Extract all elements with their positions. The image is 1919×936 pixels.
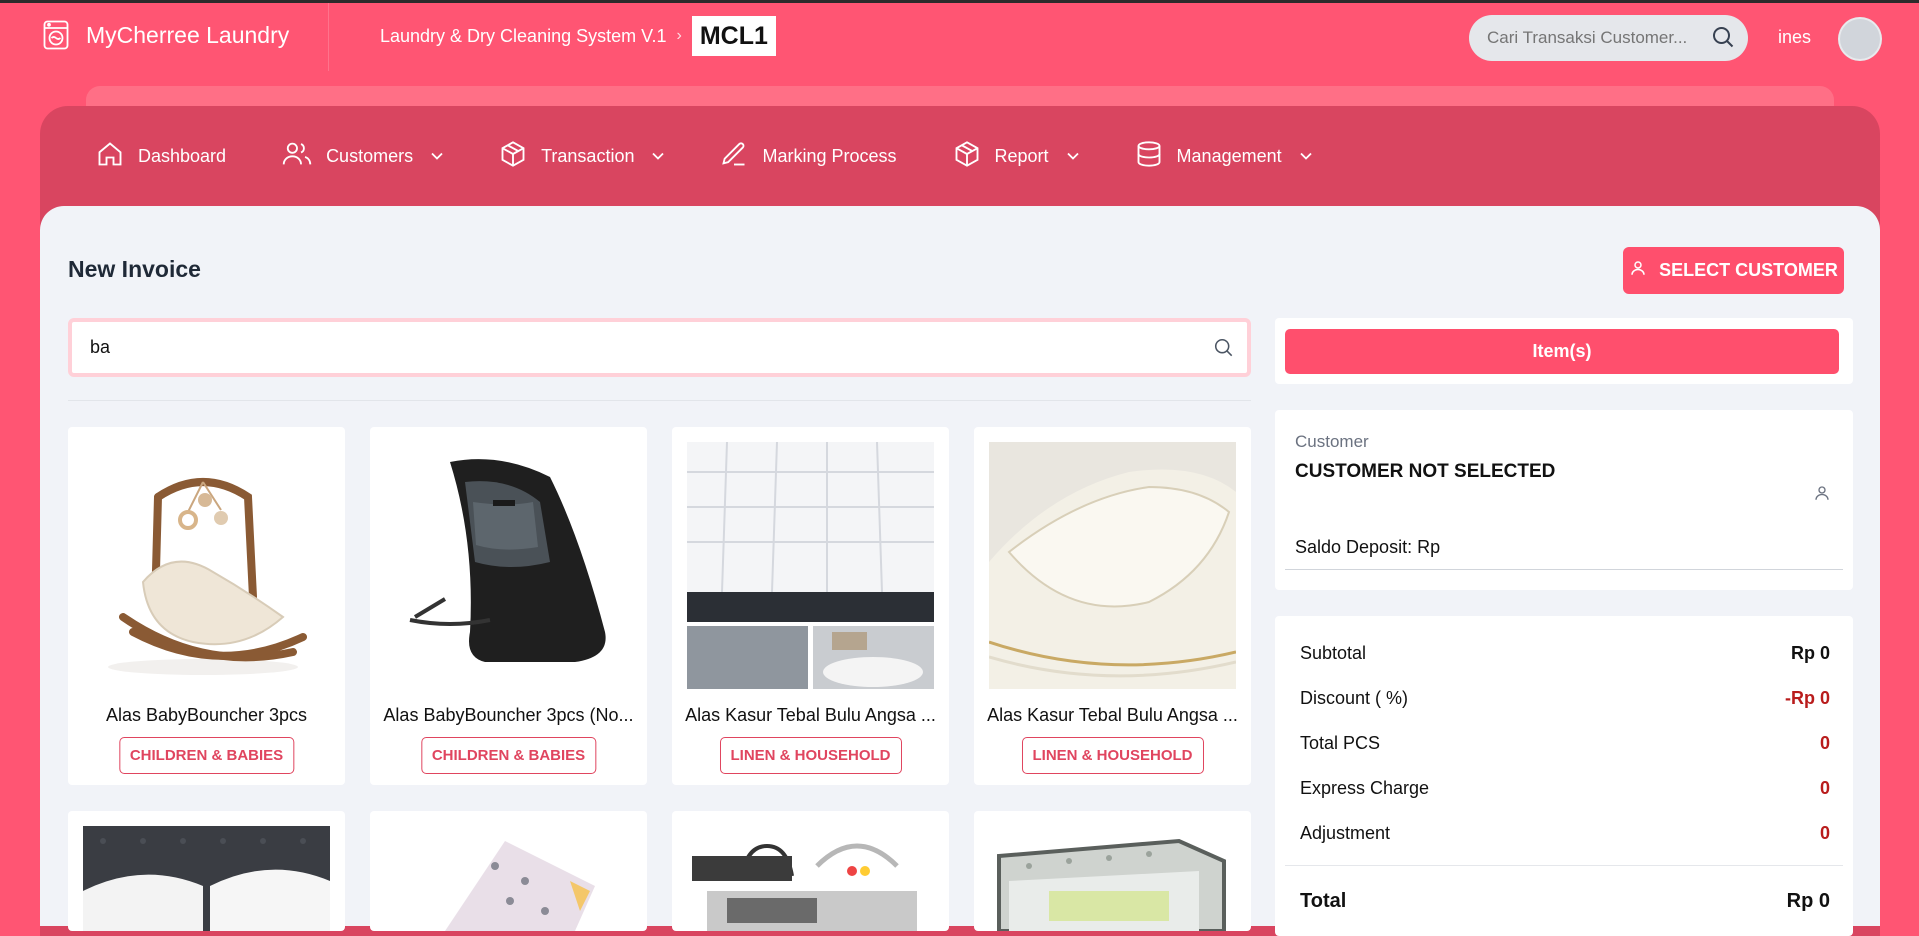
search-icon[interactable]	[1712, 26, 1734, 53]
user-icon[interactable]	[1813, 484, 1831, 507]
nav-transaction-label: Transaction	[541, 145, 635, 166]
nav-management-label: Management	[1176, 145, 1282, 166]
express-charge-label: Express Charge	[1300, 778, 1430, 798]
product-card[interactable]: Alas BabyBouncher 3pcs (No... CHILDREN &…	[370, 427, 647, 785]
chevron-down-icon	[652, 149, 665, 163]
adjustment-label: Adjustment	[1300, 823, 1391, 843]
brand[interactable]: MyCherree Laundry	[42, 19, 289, 51]
brand-name: MyCherree Laundry	[86, 21, 290, 48]
express-charge-value: 0	[1819, 778, 1830, 798]
subtotal-value: Rp 0	[1790, 643, 1830, 663]
washing-machine-icon	[42, 19, 70, 51]
home-icon	[96, 140, 124, 173]
summary-adjustment: Adjustment 0	[1300, 823, 1830, 844]
nav-transaction[interactable]: Transaction	[499, 140, 665, 173]
pencil-icon	[720, 140, 748, 173]
search-icon[interactable]	[1214, 338, 1233, 362]
nav-report-label: Report	[994, 145, 1049, 166]
box-icon	[953, 140, 981, 173]
select-customer-button[interactable]: SELECT CUSTOMER	[1623, 247, 1844, 294]
avatar[interactable]	[1838, 17, 1882, 61]
saldo-deposit: Saldo Deposit: Rp	[1295, 537, 1441, 557]
divider	[68, 400, 1251, 401]
category-badge: LINEN & HOUSEHOLD	[719, 737, 902, 774]
category-badge: CHILDREN & BABIES	[420, 737, 597, 774]
product-card[interactable]	[68, 811, 345, 931]
summary-subtotal: Subtotal Rp 0	[1300, 643, 1830, 664]
product-card[interactable]	[672, 811, 949, 931]
main-nav: Dashboard Customers Transaction Marking …	[40, 106, 1880, 206]
transaction-search	[1469, 15, 1748, 61]
product-image-down-topper	[989, 442, 1236, 689]
select-customer-label: SELECT CUSTOMER	[1659, 260, 1838, 280]
product-name: Alas Kasur Tebal Bulu Angsa ...	[987, 705, 1238, 725]
category-badge: CHILDREN & BABIES	[118, 737, 295, 774]
product-name: Alas BabyBouncher 3pcs	[105, 705, 308, 725]
summary-divider	[1285, 865, 1843, 866]
product-card[interactable]	[370, 811, 647, 931]
summary-express-charge: Express Charge 0	[1300, 778, 1830, 799]
box-icon	[499, 140, 527, 173]
user-icon	[1629, 259, 1647, 282]
summary-discount: Discount ( %) -Rp 0	[1300, 688, 1830, 709]
customer-name: CUSTOMER NOT SELECTED	[1295, 461, 1556, 482]
system-name: Laundry & Dry Cleaning System V.1	[380, 25, 667, 46]
chevron-down-icon	[1299, 149, 1312, 163]
subtotal-label: Subtotal	[1300, 643, 1367, 663]
product-image-bouncer-wood	[83, 442, 330, 689]
product-image-baby-blanket	[385, 826, 632, 931]
product-image-playard-bag	[687, 826, 934, 931]
product-card[interactable]: Alas Kasur Tebal Bulu Angsa ... LINEN & …	[974, 427, 1251, 785]
product-name: Alas BabyBouncher 3pcs (No...	[383, 705, 634, 725]
product-image-mattress-topper	[687, 442, 934, 689]
nav-customers-label: Customers	[326, 145, 414, 166]
header-divider	[328, 3, 329, 71]
items-button[interactable]: Item(s)	[1285, 329, 1839, 374]
total-value: Rp 0	[1786, 890, 1830, 912]
total-label: Total	[1300, 890, 1347, 912]
product-name: Alas Kasur Tebal Bulu Angsa ...	[685, 705, 936, 725]
chevron-down-icon	[1066, 149, 1079, 163]
chevron-right-icon: ›	[676, 27, 682, 44]
product-image-pillows	[83, 826, 330, 931]
summary-panel	[1275, 616, 1853, 936]
product-image-bouncer-black	[385, 442, 632, 689]
user-name[interactable]: ines	[1778, 27, 1811, 48]
discount-label: Discount ( %)	[1300, 688, 1409, 708]
summary-total: Total Rp 0	[1300, 890, 1830, 913]
nav-dashboard[interactable]: Dashboard	[96, 140, 226, 173]
total-pcs-value: 0	[1819, 733, 1830, 753]
top-bar: MyCherree Laundry Laundry & Dry Cleaning…	[0, 3, 1919, 71]
nav-management[interactable]: Management	[1135, 140, 1312, 173]
users-icon	[282, 140, 312, 173]
product-search-input[interactable]	[88, 336, 1168, 359]
product-card[interactable]: Alas BabyBouncher 3pcs CHILDREN & BABIES	[68, 427, 345, 785]
category-badge: LINEN & HOUSEHOLD	[1021, 737, 1204, 774]
transaction-search-input[interactable]	[1485, 27, 1705, 49]
nav-customers[interactable]: Customers	[282, 140, 443, 173]
saldo-divider	[1285, 569, 1843, 570]
chevron-down-icon	[431, 149, 443, 163]
summary-total-pcs: Total PCS 0	[1300, 733, 1830, 754]
nav-report[interactable]: Report	[953, 140, 1079, 173]
product-image-travel-crib	[989, 826, 1236, 931]
nav-marking-process[interactable]: Marking Process	[720, 140, 897, 173]
nav-marking-label: Marking Process	[762, 145, 897, 166]
total-pcs-label: Total PCS	[1300, 733, 1381, 753]
product-card[interactable]: Alas Kasur Tebal Bulu Angsa ... LINEN & …	[672, 427, 949, 785]
product-card[interactable]	[974, 811, 1251, 931]
breadcrumb: Laundry & Dry Cleaning System V.1 › MCL1	[380, 16, 776, 56]
adjustment-value: 0	[1819, 823, 1830, 843]
discount-value: -Rp 0	[1785, 688, 1830, 708]
nav-dashboard-label: Dashboard	[138, 145, 227, 166]
customer-label: Customer	[1295, 432, 1369, 451]
product-search	[68, 318, 1251, 377]
page-title: New Invoice	[68, 256, 201, 282]
outlet-code[interactable]: MCL1	[691, 16, 776, 56]
database-icon	[1135, 140, 1163, 173]
